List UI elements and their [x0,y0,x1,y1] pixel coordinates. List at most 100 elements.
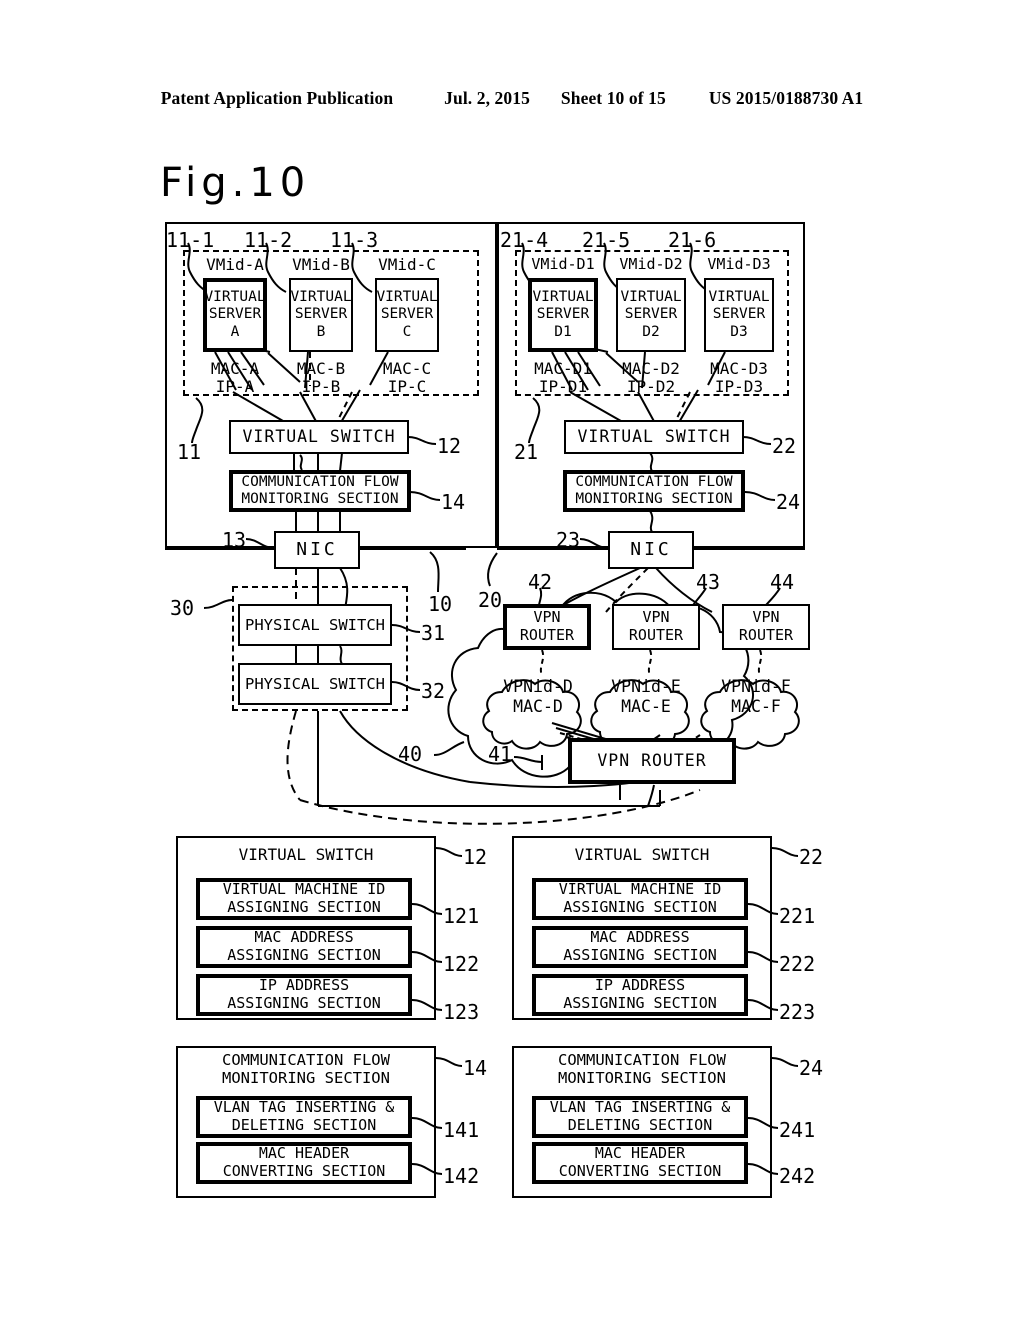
ref-141: 141 [443,1118,480,1142]
mac-d2: MAC-D2 [622,359,680,378]
vpn-router-main-41[interactable]: VPN ROUTER [568,738,736,784]
vpn-router-42[interactable]: VPN ROUTER [503,604,591,650]
ref-32: 32 [421,679,446,703]
ref-11: 11 [177,440,202,464]
physical-switch-32[interactable]: PHYSICAL SWITCH [238,663,392,705]
virtual-server-d3[interactable]: VIRTUAL SERVER D3 [704,278,774,352]
virtual-server-a[interactable]: VIRTUAL SERVER A [203,278,267,352]
subcloud-label-d: VPNid-D MAC-D [495,677,581,717]
ip-address-assigning-section-123[interactable]: IP ADDRESS ASSIGNING SECTION [196,974,412,1016]
ref-30: 30 [170,596,195,620]
ref-11-2: 11-2 [244,228,293,252]
subcloud-label-f: VPNid-F MAC-F [713,677,799,717]
detail-title-12: VIRTUAL SWITCH [238,845,374,864]
detail-title-24: COMMUNICATION FLOW MONITORING SECTION [558,1051,726,1087]
header-publication: Patent Application Publication [160,88,394,108]
ref-21-4: 21-4 [500,228,549,252]
mac-label-d: MAC-D [513,696,563,716]
mac-d3: MAC-D3 [710,359,768,378]
ref-21-6: 21-6 [668,228,717,252]
vmid-label-d3: VMid-D3 [707,255,771,273]
header-sheet: Sheet 10 of 15 [560,88,666,108]
ip-address-assigning-section-223[interactable]: IP ADDRESS ASSIGNING SECTION [532,974,748,1016]
vpnid-f: VPNid-F [721,677,791,696]
virtual-machine-id-assigning-section-221[interactable]: VIRTUAL MACHINE ID ASSIGNING SECTION [532,878,748,920]
nic-right[interactable]: NIC [608,531,694,569]
subcloud-label-e: VPNid-E MAC-E [603,677,689,717]
ref-12-detail: 12 [463,845,488,869]
header-patent-number: US 2015/0188730 A1 [708,88,864,108]
virtual-switch-right[interactable]: VIRTUAL SWITCH [564,420,744,454]
ip-a: IP-A [215,377,255,397]
ref-241: 241 [779,1118,816,1142]
ref-142: 142 [443,1164,480,1188]
ref-123: 123 [443,1000,480,1024]
ref-223: 223 [779,1000,816,1024]
ref-121: 121 [443,904,480,928]
virtual-machine-id-assigning-section-121[interactable]: VIRTUAL MACHINE ID ASSIGNING SECTION [196,878,412,920]
ip-d2: IP-D2 [626,377,676,397]
ref-21: 21 [514,440,539,464]
mac-label-f: MAC-F [731,696,781,716]
ref-242: 242 [779,1164,816,1188]
vpn-router-43[interactable]: VPN ROUTER [612,604,700,650]
ref-43: 43 [696,570,721,594]
vmid-label-d2: VMid-D2 [619,255,683,273]
mac-ip-label-c: MAC-C IP-C [368,359,446,397]
vmid-label-b: VMid-B [292,255,350,274]
header-date: Jul. 2, 2015 [444,88,530,108]
ref-44: 44 [770,570,795,594]
ref-13: 13 [222,528,247,552]
mac-address-assigning-section-122[interactable]: MAC ADDRESS ASSIGNING SECTION [196,926,412,968]
mac-d1: MAC-D1 [534,359,592,378]
figure-title: Fig.10 [160,160,311,206]
vmid-label-c: VMid-C [378,255,436,274]
ref-22-top: 22 [772,434,797,458]
vmid-label-d1: VMid-D1 [531,255,595,273]
ref-11-3: 11-3 [330,228,379,252]
vmid-label-a: VMid-A [206,255,264,274]
vpnid-e: VPNid-E [611,677,681,696]
virtual-server-d1[interactable]: VIRTUAL SERVER D1 [528,278,598,352]
ref-22-detail: 22 [799,845,824,869]
ref-10: 10 [428,592,453,616]
comm-flow-monitoring-right[interactable]: COMMUNICATION FLOW MONITORING SECTION [563,470,745,512]
ref-14-detail: 14 [463,1056,488,1080]
mac-ip-label-a: MAC-A IP-A [196,359,274,397]
mac-ip-label-d1: MAC-D1 IP-D1 [521,359,605,397]
mac-address-assigning-section-222[interactable]: MAC ADDRESS ASSIGNING SECTION [532,926,748,968]
vpnid-d: VPNid-D [503,677,573,696]
ref-31: 31 [421,621,446,645]
physical-switch-31[interactable]: PHYSICAL SWITCH [238,604,392,646]
vpn-router-44[interactable]: VPN ROUTER [722,604,810,650]
virtual-switch-left[interactable]: VIRTUAL SWITCH [229,420,409,454]
detail-title-22: VIRTUAL SWITCH [574,845,710,864]
mac-c: MAC-C [382,359,432,378]
ref-23: 23 [556,528,581,552]
ref-12-top: 12 [437,434,462,458]
mac-a: MAC-A [210,359,260,378]
mac-header-converting-section-142[interactable]: MAC HEADER CONVERTING SECTION [196,1142,412,1184]
detail-title-14: COMMUNICATION FLOW MONITORING SECTION [222,1051,390,1087]
ref-41: 41 [488,742,513,766]
vlan-tag-inserting-deleting-section-241[interactable]: VLAN TAG INSERTING & DELETING SECTION [532,1096,748,1138]
ref-20: 20 [478,588,503,612]
ref-24-top: 24 [776,490,801,514]
mac-b: MAC-B [296,359,346,378]
page-header: Patent Application Publication Jul. 2, 2… [0,88,1024,109]
ref-42: 42 [528,570,553,594]
ref-21-5: 21-5 [582,228,631,252]
nic-left[interactable]: NIC [274,531,360,569]
ip-c: IP-C [387,377,427,397]
ip-d1: IP-D1 [538,377,588,397]
ref-11-1: 11-1 [166,228,215,252]
vlan-tag-inserting-deleting-section-141[interactable]: VLAN TAG INSERTING & DELETING SECTION [196,1096,412,1138]
virtual-server-d2[interactable]: VIRTUAL SERVER D2 [616,278,686,352]
ip-d3: IP-D3 [714,377,764,397]
virtual-server-c[interactable]: VIRTUAL SERVER C [375,278,439,352]
ip-b: IP-B [301,377,341,397]
comm-flow-monitoring-left[interactable]: COMMUNICATION FLOW MONITORING SECTION [229,470,411,512]
virtual-server-b[interactable]: VIRTUAL SERVER B [289,278,353,352]
ref-122: 122 [443,952,480,976]
mac-header-converting-section-242[interactable]: MAC HEADER CONVERTING SECTION [532,1142,748,1184]
